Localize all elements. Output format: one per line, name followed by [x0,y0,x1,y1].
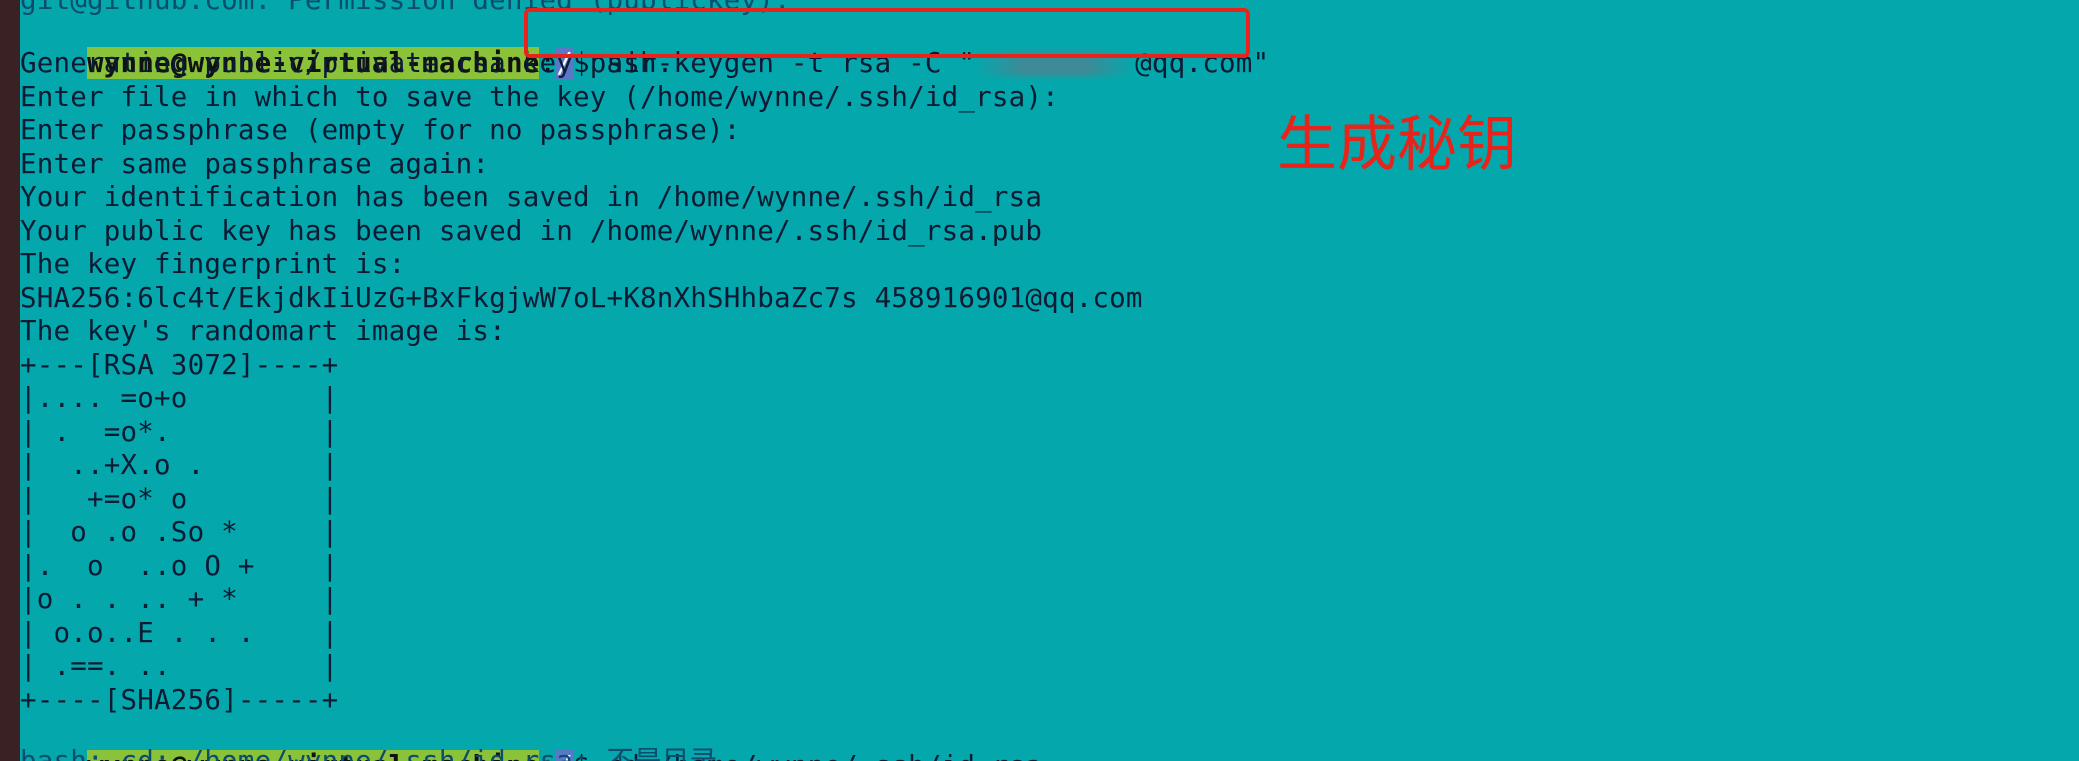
output-line: Enter same passphrase again: [20,147,490,180]
output-line: |.... =o+o | [20,382,339,414]
command-highlight-box [524,8,1250,58]
output-line: |. o ..o O + | [20,549,339,582]
output-line: | o .o .So * | [20,516,339,548]
output-line: +---[RSA 3072]----+ [20,348,339,381]
error-output-line: bash: cd: /home/wynne/.ssh/id_rsa: 不是目录 [20,745,718,761]
output-line: |o . . .. + * | [20,583,339,615]
output-line: Your identification has been saved in /h… [20,181,1043,213]
output-line: | +=o* o | [20,482,339,515]
output-line: Enter file in which to save the key (/ho… [20,80,1059,113]
output-line: | ..+X.o . | [20,449,339,481]
terminal-window[interactable]: git@github.com: Permission denied (publi… [20,0,2079,761]
output-line: SHA256:6lc4t/EkjdkIiUzG+BxFkgjwW7oL+K8nX… [20,281,1143,314]
output-line: | . =o*. | [20,415,339,448]
output-line: | .==. .. | [20,650,339,682]
annotation-label: 生成秘钥 [1277,110,1517,180]
output-line: The key fingerprint is: [20,248,406,280]
output-line: The key's randomart image is: [20,315,506,347]
output-line: Enter passphrase (empty for no passphras… [20,114,741,146]
output-line: +----[SHA256]-----+ [20,683,339,716]
output-line: Your public key has been saved in /home/… [20,214,1043,247]
output-line: | o.o..E . . . | [20,616,339,649]
